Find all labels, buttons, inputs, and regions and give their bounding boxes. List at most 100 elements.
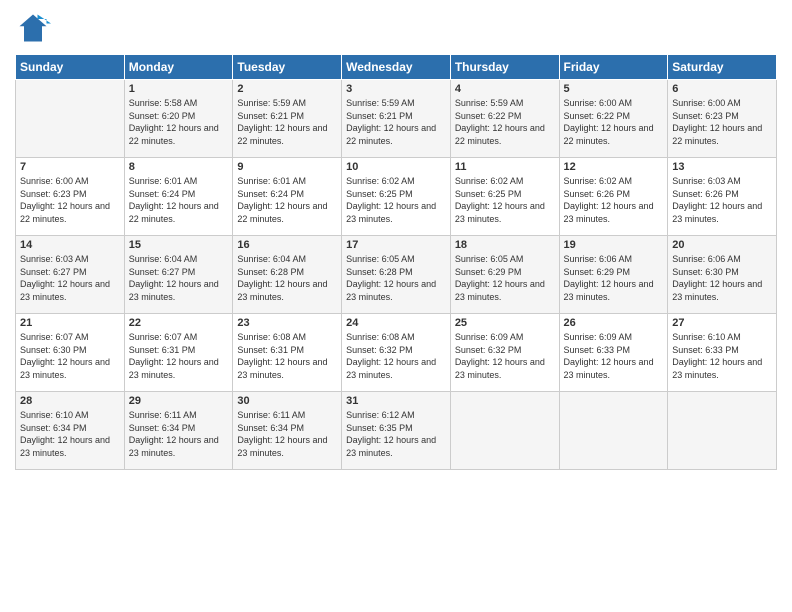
calendar-cell: 6 Sunrise: 6:00 AMSunset: 6:23 PMDaylight… [668,80,777,158]
day-number: 5 [564,83,664,95]
day-info: Sunrise: 6:02 AMSunset: 6:26 PMDaylight:… [564,175,664,225]
day-number: 28 [20,395,120,407]
calendar-cell: 20 Sunrise: 6:06 AMSunset: 6:30 PMDayligh… [668,236,777,314]
calendar-header-row: SundayMondayTuesdayWednesdayThursdayFrid… [16,55,777,80]
calendar-cell: 17 Sunrise: 6:05 AMSunset: 6:28 PMDayligh… [342,236,451,314]
day-number: 4 [455,83,555,95]
header-monday: Monday [124,55,233,80]
calendar-cell: 25 Sunrise: 6:09 AMSunset: 6:32 PMDayligh… [450,314,559,392]
calendar-week-row: 1 Sunrise: 5:58 AMSunset: 6:20 PMDaylight… [16,80,777,158]
day-number: 13 [672,161,772,173]
day-info: Sunrise: 5:59 AMSunset: 6:21 PMDaylight:… [346,97,446,147]
day-number: 22 [129,317,229,329]
calendar-cell: 7 Sunrise: 6:00 AMSunset: 6:23 PMDaylight… [16,158,125,236]
calendar-cell: 26Sunrise: 6:09 AMSunset: 6:33 PMDayligh… [559,314,668,392]
day-info: Sunrise: 6:09 AMSunset: 6:33 PMDaylight:… [564,331,664,381]
header [15,10,777,46]
calendar-cell: 3 Sunrise: 5:59 AMSunset: 6:21 PMDaylight… [342,80,451,158]
day-info: Sunrise: 6:06 AMSunset: 6:30 PMDaylight:… [672,253,772,303]
calendar-cell [450,392,559,470]
day-number: 7 [20,161,120,173]
day-info: Sunrise: 6:03 AMSunset: 6:26 PMDaylight:… [672,175,772,225]
day-info: Sunrise: 6:07 AMSunset: 6:30 PMDaylight:… [20,331,120,381]
day-info: Sunrise: 6:11 AMSunset: 6:34 PMDaylight:… [129,409,229,459]
header-thursday: Thursday [450,55,559,80]
calendar-cell: 28 Sunrise: 6:10 AMSunset: 6:34 PMDayligh… [16,392,125,470]
day-info: Sunrise: 6:10 AMSunset: 6:33 PMDaylight:… [672,331,772,381]
header-wednesday: Wednesday [342,55,451,80]
day-number: 18 [455,239,555,251]
day-info: Sunrise: 6:00 AMSunset: 6:23 PMDaylight:… [20,175,120,225]
calendar-table: SundayMondayTuesdayWednesdayThursdayFrid… [15,54,777,470]
day-info: Sunrise: 6:06 AMSunset: 6:29 PMDaylight:… [564,253,664,303]
header-saturday: Saturday [668,55,777,80]
calendar-cell: 13 Sunrise: 6:03 AMSunset: 6:26 PMDayligh… [668,158,777,236]
calendar-week-row: 21 Sunrise: 6:07 AMSunset: 6:30 PMDayligh… [16,314,777,392]
day-info: Sunrise: 6:09 AMSunset: 6:32 PMDaylight:… [455,331,555,381]
day-info: Sunrise: 6:01 AMSunset: 6:24 PMDaylight:… [237,175,337,225]
day-number: 2 [237,83,337,95]
logo [15,10,55,46]
day-info: Sunrise: 6:05 AMSunset: 6:28 PMDaylight:… [346,253,446,303]
calendar-week-row: 28 Sunrise: 6:10 AMSunset: 6:34 PMDayligh… [16,392,777,470]
calendar-cell: 4 Sunrise: 5:59 AMSunset: 6:22 PMDaylight… [450,80,559,158]
day-number: 31 [346,395,446,407]
day-number: 17 [346,239,446,251]
day-info: Sunrise: 5:58 AMSunset: 6:20 PMDaylight:… [129,97,229,147]
day-info: Sunrise: 6:10 AMSunset: 6:34 PMDaylight:… [20,409,120,459]
day-number: 30 [237,395,337,407]
header-friday: Friday [559,55,668,80]
day-number: 27 [672,317,772,329]
day-number: 8 [129,161,229,173]
day-number: 25 [455,317,555,329]
calendar-cell: 12 Sunrise: 6:02 AMSunset: 6:26 PMDayligh… [559,158,668,236]
calendar-cell: 9 Sunrise: 6:01 AMSunset: 6:24 PMDaylight… [233,158,342,236]
day-info: Sunrise: 6:00 AMSunset: 6:22 PMDaylight:… [564,97,664,147]
calendar-cell [559,392,668,470]
calendar-cell: 5 Sunrise: 6:00 AMSunset: 6:22 PMDaylight… [559,80,668,158]
day-number: 3 [346,83,446,95]
day-info: Sunrise: 6:08 AMSunset: 6:31 PMDaylight:… [237,331,337,381]
day-info: Sunrise: 6:01 AMSunset: 6:24 PMDaylight:… [129,175,229,225]
day-number: 1 [129,83,229,95]
calendar-cell: 21 Sunrise: 6:07 AMSunset: 6:30 PMDayligh… [16,314,125,392]
day-info: Sunrise: 5:59 AMSunset: 6:22 PMDaylight:… [455,97,555,147]
logo-icon [15,10,51,46]
day-number: 24 [346,317,446,329]
calendar-week-row: 14Sunrise: 6:03 AMSunset: 6:27 PMDayligh… [16,236,777,314]
calendar-cell: 10Sunrise: 6:02 AMSunset: 6:25 PMDayligh… [342,158,451,236]
calendar-cell: 22Sunrise: 6:07 AMSunset: 6:31 PMDayligh… [124,314,233,392]
calendar-cell: 16Sunrise: 6:04 AMSunset: 6:28 PMDayligh… [233,236,342,314]
day-info: Sunrise: 6:00 AMSunset: 6:23 PMDaylight:… [672,97,772,147]
page-container: SundayMondayTuesdayWednesdayThursdayFrid… [0,0,792,480]
calendar-cell: 23 Sunrise: 6:08 AMSunset: 6:31 PMDayligh… [233,314,342,392]
day-info: Sunrise: 6:11 AMSunset: 6:34 PMDaylight:… [237,409,337,459]
calendar-cell: 29 Sunrise: 6:11 AMSunset: 6:34 PMDayligh… [124,392,233,470]
calendar-cell: 19Sunrise: 6:06 AMSunset: 6:29 PMDayligh… [559,236,668,314]
day-info: Sunrise: 6:08 AMSunset: 6:32 PMDaylight:… [346,331,446,381]
day-number: 23 [237,317,337,329]
header-tuesday: Tuesday [233,55,342,80]
day-number: 20 [672,239,772,251]
calendar-week-row: 7 Sunrise: 6:00 AMSunset: 6:23 PMDaylight… [16,158,777,236]
calendar-cell: 24 Sunrise: 6:08 AMSunset: 6:32 PMDayligh… [342,314,451,392]
calendar-cell: 2 Sunrise: 5:59 AMSunset: 6:21 PMDaylight… [233,80,342,158]
day-info: Sunrise: 5:59 AMSunset: 6:21 PMDaylight:… [237,97,337,147]
calendar-cell: 18 Sunrise: 6:05 AMSunset: 6:29 PMDayligh… [450,236,559,314]
day-number: 9 [237,161,337,173]
day-number: 6 [672,83,772,95]
day-number: 15 [129,239,229,251]
header-sunday: Sunday [16,55,125,80]
calendar-cell: 8 Sunrise: 6:01 AMSunset: 6:24 PMDaylight… [124,158,233,236]
calendar-cell: 30 Sunrise: 6:11 AMSunset: 6:34 PMDayligh… [233,392,342,470]
day-number: 21 [20,317,120,329]
day-info: Sunrise: 6:05 AMSunset: 6:29 PMDaylight:… [455,253,555,303]
calendar-cell [16,80,125,158]
day-number: 29 [129,395,229,407]
day-info: Sunrise: 6:03 AMSunset: 6:27 PMDaylight:… [20,253,120,303]
calendar-cell: 31Sunrise: 6:12 AMSunset: 6:35 PMDayligh… [342,392,451,470]
calendar-cell: 11Sunrise: 6:02 AMSunset: 6:25 PMDayligh… [450,158,559,236]
day-number: 12 [564,161,664,173]
day-info: Sunrise: 6:04 AMSunset: 6:27 PMDaylight:… [129,253,229,303]
calendar-cell: 14Sunrise: 6:03 AMSunset: 6:27 PMDayligh… [16,236,125,314]
